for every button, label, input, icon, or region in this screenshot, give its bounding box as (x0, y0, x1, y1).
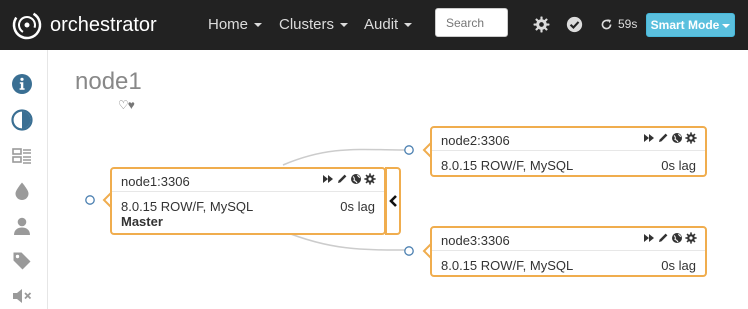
node2-connector[interactable] (404, 145, 414, 155)
globe-icon[interactable] (671, 132, 683, 144)
pencil-icon[interactable] (657, 132, 669, 144)
fast-forward-icon[interactable] (322, 173, 334, 185)
globe-icon[interactable] (350, 173, 362, 185)
node-box-node1[interactable]: node1:3306 8.0.15 ROW/F, MySQL 0s lag Ma… (110, 167, 386, 235)
node-name[interactable]: node1:3306 (121, 174, 190, 189)
gear-icon[interactable] (685, 132, 697, 144)
node-lag: 0s lag (661, 258, 696, 273)
pencil-icon[interactable] (657, 232, 669, 244)
node3-connector[interactable] (404, 246, 414, 256)
collapse-replicas-tab[interactable] (385, 167, 401, 235)
node-header: node2:3306 (432, 128, 705, 151)
pencil-icon[interactable] (336, 173, 348, 185)
node-lag: 0s lag (340, 199, 375, 214)
node-actions (643, 132, 697, 144)
node-header: node3:3306 (432, 228, 705, 251)
node1-connector[interactable] (85, 195, 95, 205)
node-version: 8.0.15 ROW/F, MySQL (121, 199, 254, 214)
globe-icon[interactable] (671, 232, 683, 244)
node-lag: 0s lag (661, 158, 696, 173)
fast-forward-icon[interactable] (643, 132, 655, 144)
node-role: Master (121, 214, 163, 229)
node-name[interactable]: node2:3306 (441, 133, 510, 148)
gear-icon[interactable] (364, 173, 376, 185)
node-name[interactable]: node3:3306 (441, 233, 510, 248)
chevron-left-icon (389, 195, 397, 207)
node-actions (643, 232, 697, 244)
node-box-node2[interactable]: node2:3306 8.0.15 ROW/F, MySQL 0s lag (430, 126, 707, 177)
node-version: 8.0.15 ROW/F, MySQL (441, 158, 574, 173)
node-header: node1:3306 (112, 169, 384, 192)
gear-icon[interactable] (685, 232, 697, 244)
node-box-node3[interactable]: node3:3306 8.0.15 ROW/F, MySQL 0s lag (430, 226, 707, 277)
node-version: 8.0.15 ROW/F, MySQL (441, 258, 574, 273)
fast-forward-icon[interactable] (643, 232, 655, 244)
node-actions (322, 173, 376, 185)
